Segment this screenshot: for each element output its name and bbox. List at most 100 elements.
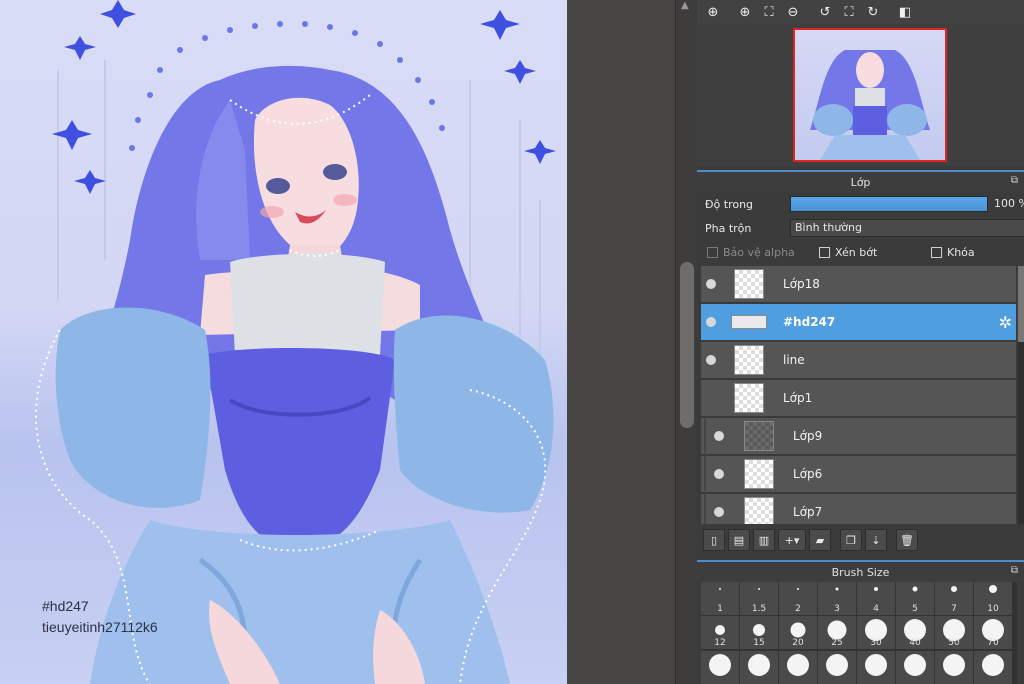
brush-size-cell[interactable]: 30 xyxy=(857,616,895,650)
new-halftone-layer-icon[interactable]: ▤ xyxy=(728,529,750,551)
navigator-panel[interactable] xyxy=(697,24,1024,166)
layer-name: line xyxy=(783,353,805,367)
brush-dot-icon xyxy=(753,624,765,637)
clipping-checkbox[interactable]: Xén bớt xyxy=(819,246,877,259)
brush-dot-icon xyxy=(797,587,799,590)
zoom-in-icon[interactable]: ⊕ xyxy=(734,1,756,23)
layer-item[interactable]: Lớp1 xyxy=(701,380,1016,417)
brush-size-cell[interactable]: 50 xyxy=(935,616,973,650)
brush-size-cell[interactable]: 1.5 xyxy=(740,582,778,615)
brush-size-cell[interactable]: 25 xyxy=(818,616,856,650)
layer-item[interactable]: Lớp7 xyxy=(701,494,1016,524)
brush-size-cell[interactable] xyxy=(896,650,934,684)
layer-item[interactable]: Lớp9 xyxy=(701,418,1016,455)
workspace-background xyxy=(567,0,675,684)
visibility-icon[interactable] xyxy=(706,317,716,327)
lock-checkbox[interactable]: Khóa xyxy=(931,246,975,259)
brush-size-label: 25 xyxy=(831,638,843,649)
brush-size-label: 70 xyxy=(987,638,999,649)
layer-item-selected[interactable]: #hd247 ✲ xyxy=(701,304,1016,341)
visibility-icon[interactable] xyxy=(714,507,724,517)
protect-alpha-checkbox[interactable]: Bảo vệ alpha xyxy=(707,246,795,259)
layer-name: Lớp1 xyxy=(783,391,813,405)
brush-dot-icon xyxy=(709,653,731,676)
layer-list[interactable]: Lớp18 #hd247 ✲ line Lớp1 Lớp9 Lớp6 Lớp7 xyxy=(701,266,1016,524)
layer-list-scrollbar[interactable] xyxy=(1018,266,1024,524)
visibility-icon[interactable] xyxy=(706,355,716,365)
brush-size-cell[interactable]: 15 xyxy=(740,616,778,650)
brush-size-cell[interactable]: 70 xyxy=(974,616,1012,650)
brush-size-cell[interactable] xyxy=(935,650,973,684)
signature-line2: tieuyeitinh27112k6 xyxy=(42,619,158,635)
canvas-vertical-scrollbar[interactable]: ▲ xyxy=(675,0,697,684)
brush-size-label: 4 xyxy=(873,604,879,614)
brush-size-grid[interactable]: 1 1.5 2 3 4 5 7 10 12 15 20 25 30 40 50 70 xyxy=(701,582,1017,684)
reset-view-icon[interactable]: ⛶ xyxy=(838,1,860,23)
brush-dot-icon xyxy=(904,653,926,676)
layer-item[interactable]: Lớp6 xyxy=(701,456,1016,493)
brush-size-cell[interactable] xyxy=(701,650,739,684)
layer-panel-title: Lớp xyxy=(850,175,871,189)
gear-icon[interactable]: ✲ xyxy=(999,313,1012,332)
brush-size-cell[interactable]: 2 xyxy=(779,582,817,615)
brush-dot-icon xyxy=(758,587,760,590)
brush-size-cell[interactable]: 40 xyxy=(896,616,934,650)
rotate-left-icon[interactable]: ↺ xyxy=(814,1,836,23)
brush-size-cell[interactable] xyxy=(857,650,895,684)
brush-size-cell[interactable]: 4 xyxy=(857,582,895,615)
merge-layer-icon[interactable]: ⇣ xyxy=(865,529,887,551)
scrollbar-thumb[interactable] xyxy=(680,262,694,428)
brush-dot-icon xyxy=(912,586,918,592)
trash-icon[interactable]: 🗑 xyxy=(896,529,918,551)
brush-size-cell[interactable]: 10 xyxy=(974,582,1012,615)
brush-size-cell[interactable] xyxy=(818,650,856,684)
opacity-slider[interactable] xyxy=(790,196,988,212)
brush-size-cell[interactable] xyxy=(779,650,817,684)
scroll-up-icon[interactable]: ▲ xyxy=(681,0,689,11)
visibility-icon[interactable] xyxy=(706,279,716,289)
duplicate-layer-icon[interactable]: ❐ xyxy=(840,529,862,551)
add-layer-dropdown-icon[interactable]: +▾ xyxy=(778,529,806,551)
new-layer-icon[interactable]: ▯ xyxy=(703,529,725,551)
brush-dot-icon xyxy=(790,622,806,638)
fit-screen-icon[interactable]: ⛶ xyxy=(758,1,780,23)
brush-size-cell[interactable]: 3 xyxy=(818,582,856,615)
opacity-row: Độ trong 100 % xyxy=(697,192,1024,216)
layer-panel-header: Lớp ⧉ xyxy=(697,170,1024,192)
layer-name: Lớp7 xyxy=(793,505,823,519)
brush-size-label: 20 xyxy=(792,638,804,649)
brush-size-cell[interactable] xyxy=(974,650,1012,684)
brush-dot-icon xyxy=(943,653,965,676)
layer-thumbnail xyxy=(731,315,767,329)
blend-mode-select[interactable]: Bình thường xyxy=(790,219,1024,237)
brush-size-cell[interactable]: 5 xyxy=(896,582,934,615)
new-1bit-layer-icon[interactable]: ▥ xyxy=(753,529,775,551)
folder-icon[interactable]: ▰ xyxy=(809,529,831,551)
brush-dot-icon xyxy=(865,653,887,676)
brush-size-cell[interactable]: 7 xyxy=(935,582,973,615)
brush-size-cell[interactable]: 12 xyxy=(701,616,739,650)
opacity-label: Độ trong xyxy=(705,197,754,211)
brush-size-cell[interactable] xyxy=(740,650,778,684)
navigator-preview[interactable] xyxy=(793,28,947,162)
drawing-canvas[interactable]: #hd247 tieuyeitinh27112k6 xyxy=(0,0,567,684)
visibility-icon[interactable] xyxy=(714,431,724,441)
layer-thumbnail xyxy=(744,421,774,451)
brush-size-cell[interactable]: 20 xyxy=(779,616,817,650)
popout-icon[interactable]: ⧉ xyxy=(1011,175,1018,186)
layer-item[interactable]: Lớp18 xyxy=(701,266,1016,303)
layer-item[interactable]: line xyxy=(701,342,1016,379)
brush-size-cell[interactable]: 1 xyxy=(701,582,739,615)
rotate-right-icon[interactable]: ↻ xyxy=(862,1,884,23)
brush-dot-icon xyxy=(826,653,848,676)
zoom-fit-icon[interactable]: ⊕ xyxy=(702,1,724,23)
zoom-out-icon[interactable]: ⊖ xyxy=(782,1,804,23)
brush-size-label: 7 xyxy=(951,604,957,614)
popout-icon[interactable]: ⧉ xyxy=(1011,565,1018,576)
layer-name: #hd247 xyxy=(783,315,836,329)
visibility-icon[interactable] xyxy=(714,469,724,479)
brush-size-label: 12 xyxy=(714,638,726,649)
navigator-toolbar: ⊕ ⊕ ⛶ ⊖ ↺ ⛶ ↻ ◧ xyxy=(697,0,1024,24)
blend-label: Pha trộn xyxy=(705,221,752,235)
flip-icon[interactable]: ◧ xyxy=(894,1,916,23)
